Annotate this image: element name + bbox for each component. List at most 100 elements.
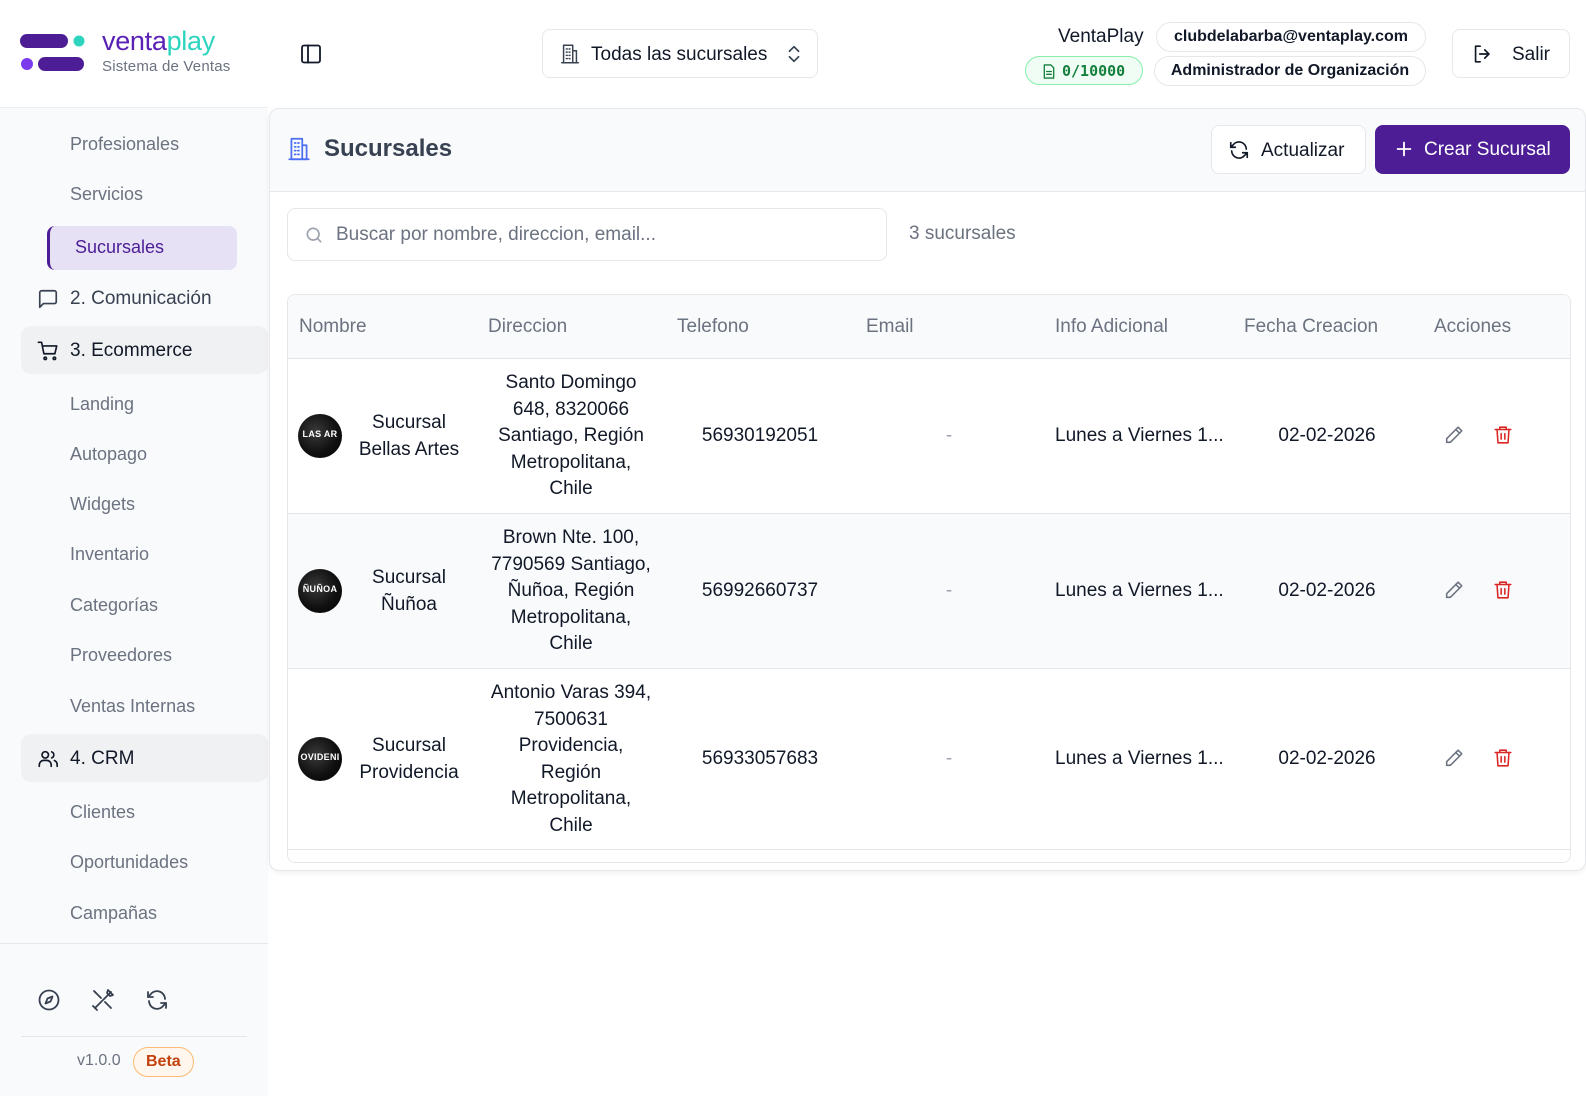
refresh-button[interactable]: Actualizar (1211, 125, 1366, 174)
column-header-direccion[interactable]: Direccion (488, 316, 567, 338)
column-header-telefono[interactable]: Telefono (677, 316, 749, 338)
trash-icon[interactable] (1492, 424, 1514, 446)
card-header: Sucursales Actualizar Crear Sucursal (270, 109, 1585, 192)
branches-table: Nombre Direccion Telefono Email Info Adi… (287, 294, 1571, 863)
table-row[interactable]: OVIDENI Sucursal Providencia Antonio Vara… (288, 669, 1570, 850)
organization-name: VentaPlay (1058, 26, 1144, 47)
message-icon (38, 289, 58, 309)
avatar-text: ÑUÑOA (302, 584, 338, 594)
compass-icon[interactable] (37, 988, 61, 1012)
search-box (287, 208, 887, 261)
sidebar-item-landing[interactable]: Landing (70, 394, 134, 415)
avatar: OVIDENI (298, 737, 342, 781)
branch-selector[interactable]: Todas las sucursales (542, 29, 818, 78)
trash-icon[interactable] (1492, 579, 1514, 601)
sidebar: ventaplay Sistema de Ventas Profesionale… (0, 0, 268, 1096)
divider (21, 1036, 247, 1037)
avatar-text: LAS AR (302, 429, 338, 439)
branch-email: - (945, 425, 953, 446)
refresh-icon[interactable] (145, 988, 169, 1012)
refresh-icon (1229, 141, 1249, 159)
sidebar-footer: v1.0.0 Beta (0, 943, 268, 1096)
logout-label: Salir (1512, 44, 1551, 65)
sidebar-group-label: 2. Comunicación (70, 288, 212, 309)
logout-button[interactable]: Salir (1452, 29, 1570, 78)
branch-name: Sucursal Ñuñoa (372, 567, 446, 615)
column-header-acciones: Acciones (1434, 316, 1512, 337)
branch-phone: 56933057683 (701, 748, 819, 769)
table-header: Nombre Direccion Telefono Email Info Adi… (288, 295, 1570, 359)
users-icon (38, 750, 58, 768)
logout-icon (1474, 45, 1490, 63)
table-row[interactable]: ÑUÑOA Sucursal Ñuñoa Brown Nte. 100, 77905… (288, 514, 1570, 669)
sidebar-item-widgets[interactable]: Widgets (70, 494, 135, 515)
quota-badge: 0/10000 (1025, 56, 1143, 85)
sidebar-group-label: 4. CRM (70, 748, 135, 769)
branch-date: 02-02-2026 (1278, 580, 1376, 601)
edit-icon[interactable] (1443, 424, 1465, 446)
avatar: ÑUÑOA (298, 569, 342, 613)
sidebar-nav: Profesionales Servicios Sucursales 2. Co… (0, 108, 268, 943)
column-header-fecha[interactable]: Fecha Creacion (1244, 316, 1378, 338)
trash-icon[interactable] (1492, 747, 1514, 769)
avatar-text: OVIDENI (300, 752, 340, 762)
search-icon (306, 227, 322, 243)
sidebar-group-comunicacion[interactable]: 2. Comunicación (21, 274, 268, 322)
branch-address: Antonio Varas 394, 7500631 Providencia, Reg… (490, 682, 652, 836)
branch-address: Brown Nte. 100, 7790569 Santiago, Ñuñoa, R… (491, 527, 651, 654)
beta-badge: Beta (133, 1047, 194, 1077)
avatar: LAS AR (298, 414, 342, 458)
branch-email: - (945, 748, 953, 769)
sidebar-item-servicios[interactable]: Servicios (70, 184, 143, 205)
column-header-info[interactable]: Info Adicional (1055, 316, 1168, 338)
brand-name: ventaplay (102, 26, 215, 56)
branches-card: Sucursales Actualizar Crear Sucursal 3 s… (269, 108, 1586, 871)
branch-selector-label: Todas las sucursales (591, 44, 768, 65)
edit-icon[interactable] (1443, 747, 1465, 769)
create-branch-button[interactable]: Crear Sucursal (1375, 125, 1570, 174)
sidebar-group-label: 3. Ecommerce (70, 340, 193, 361)
sidebar-group-ecommerce[interactable]: 3. Ecommerce (21, 326, 268, 374)
branch-name: Sucursal Providencia (359, 735, 459, 783)
user-role-badge: Administrador de Organización (1154, 56, 1426, 86)
column-header-email[interactable]: Email (866, 316, 914, 338)
user-email-badge: clubdelabarba@ventaplay.com (1156, 22, 1426, 52)
edit-icon[interactable] (1443, 579, 1465, 601)
sidebar-toggle-icon[interactable] (299, 42, 323, 66)
sidebar-item-profesionales[interactable]: Profesionales (70, 134, 179, 155)
branch-info: Lunes a Viernes 1... (1055, 580, 1224, 601)
column-header-nombre[interactable]: Nombre (299, 316, 367, 338)
sidebar-group-crm[interactable]: 4. CRM (21, 734, 268, 782)
sidebar-item-autopago[interactable]: Autopago (70, 444, 147, 465)
document-icon (1043, 64, 1055, 79)
table-row[interactable]: LAS AR Sucursal Bellas Artes Santo Doming… (288, 359, 1570, 514)
sidebar-item-proveedores[interactable]: Proveedores (70, 645, 172, 666)
branch-info: Lunes a Viernes 1... (1055, 425, 1224, 446)
building-icon (288, 137, 310, 161)
branch-email: - (945, 580, 953, 601)
branch-phone: 56992660737 (701, 580, 819, 601)
sidebar-item-sucursales[interactable]: Sucursales (47, 226, 237, 270)
branch-phone: 56930192051 (701, 425, 819, 446)
sidebar-item-inventario[interactable]: Inventario (70, 544, 149, 565)
sidebar-item-clientes[interactable]: Clientes (70, 802, 135, 823)
quota-value: 0/10000 (1062, 62, 1126, 80)
branch-date: 02-02-2026 (1278, 425, 1376, 446)
branch-name: Sucursal Bellas Artes (358, 412, 460, 460)
refresh-label: Actualizar (1261, 140, 1345, 161)
sidebar-item-campanas[interactable]: Campañas (70, 903, 157, 924)
results-count: 3 sucursales (909, 223, 1016, 244)
branch-address: Santo Domingo 648, 8320066 Santiago, Regió… (498, 372, 644, 499)
plus-icon (1396, 141, 1412, 157)
search-input[interactable] (336, 221, 866, 249)
brand: ventaplay Sistema de Ventas (0, 0, 268, 108)
version-label: v1.0.0 (77, 1052, 121, 1069)
page-title: Sucursales (324, 135, 453, 162)
tools-icon[interactable] (91, 988, 115, 1012)
sidebar-item-ventas-internas[interactable]: Ventas Internas (70, 696, 195, 717)
ventaplay-logo-icon (20, 34, 85, 71)
brand-subtitle: Sistema de Ventas (102, 58, 231, 75)
cart-icon (37, 341, 58, 361)
sidebar-item-oportunidades[interactable]: Oportunidades (70, 852, 188, 873)
sidebar-item-categorias[interactable]: Categorías (70, 595, 158, 616)
